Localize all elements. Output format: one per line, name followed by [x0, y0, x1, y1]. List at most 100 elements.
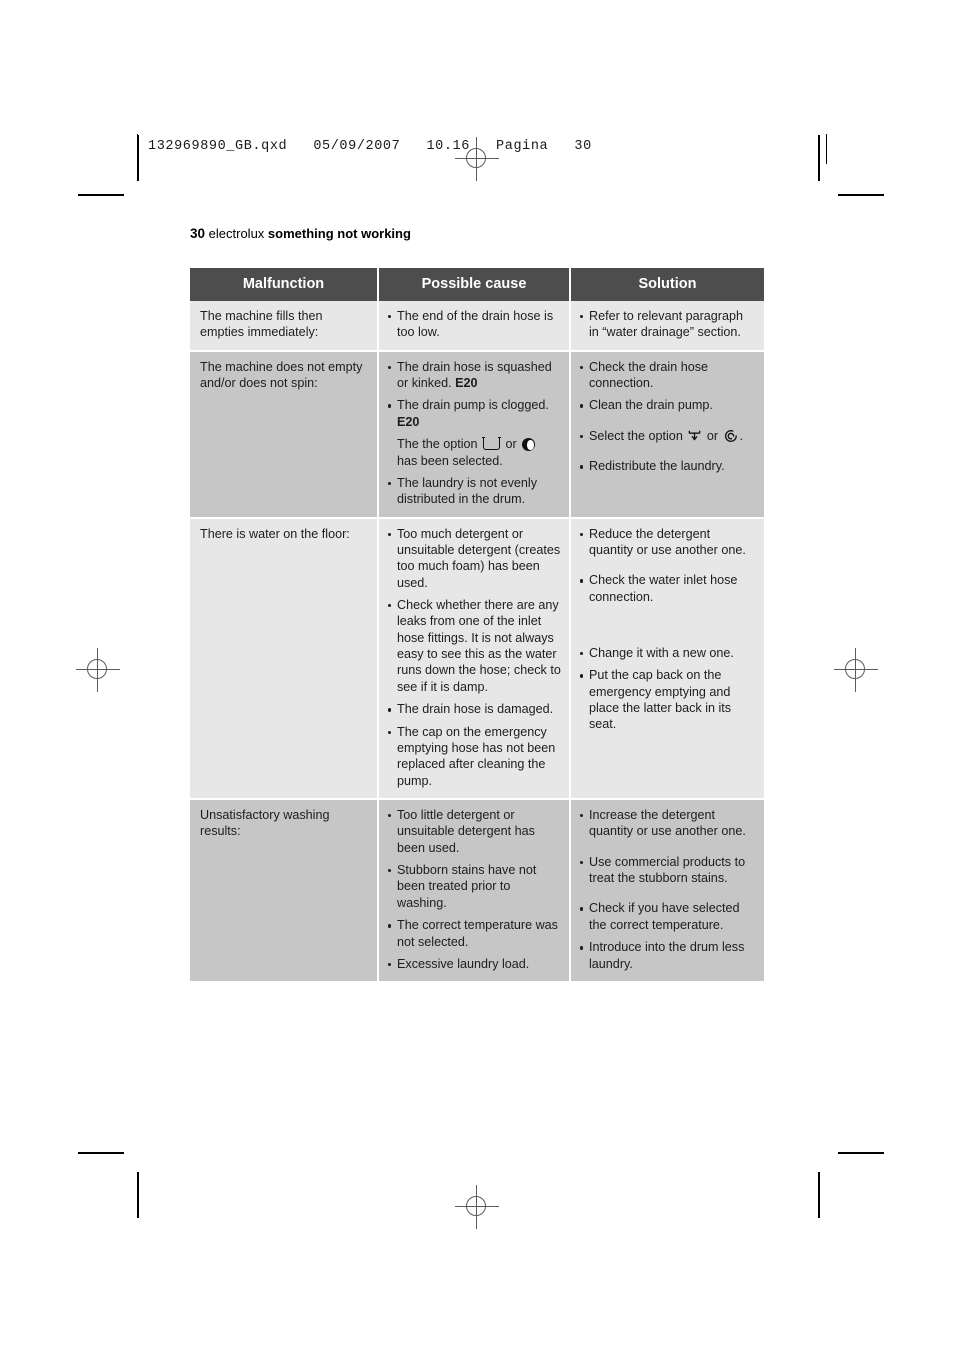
list-item: The correct temperature was not selected… [388, 917, 561, 950]
list-item-text: The end of the drain hose is too low. [397, 309, 554, 340]
list-item-tail: has been selected. [397, 453, 503, 468]
brand-name: electrolux [208, 226, 265, 241]
list-item-text: Change it with a new one. [589, 646, 734, 661]
conjunction-text: or [703, 428, 722, 443]
rinse-hold-icon [482, 436, 501, 451]
list-item-text: Check if you have selected the correct t… [589, 901, 740, 932]
list-item-text: Check whether there are any leaks from o… [397, 598, 561, 694]
list-item: Increase the detergent quantity or use a… [580, 807, 756, 840]
table-row: Unsatisfactory washing results: Too litt… [190, 798, 764, 984]
list-item-text: Put the cap back on the emergency emptyi… [589, 668, 732, 732]
cause-list: Too much detergent or unsuitable deterge… [388, 526, 561, 789]
list-item: The drain hose is squashed or kinked. E2… [388, 359, 561, 392]
cause-list: Too little detergent or unsuitable deter… [388, 807, 561, 972]
list-item-text: The laundry is not evenly distributed in… [397, 475, 538, 507]
list-item: Check whether there are any leaks from o… [388, 597, 561, 695]
cell-malfunction: The machine does not empty and/or does n… [190, 350, 379, 519]
list-item-text: Too little detergent or unsuitable deter… [397, 807, 535, 855]
list-item-text: The cap on the emergency emptying hose h… [397, 724, 556, 788]
solution-list: Check the drain hose connection. Clean t… [580, 359, 756, 475]
night-cycle-icon [522, 438, 536, 452]
registration-mark-left [76, 648, 120, 692]
column-header-solution: Solution [570, 268, 764, 301]
list-item-text: Stubborn stains have not been treated pr… [397, 863, 537, 910]
list-item: The cap on the emergency emptying hose h… [388, 724, 561, 789]
list-item-text: Use commercial products to treat the stu… [589, 854, 746, 886]
list-item: Check if you have selected the correct t… [580, 900, 756, 933]
list-item-option: Select the option or . [580, 428, 756, 444]
spin-icon [724, 429, 738, 443]
cell-solution: Check the drain hose connection. Clean t… [570, 350, 764, 519]
list-item: Check the water inlet hose connection. [580, 572, 756, 605]
list-item: Change it with a new one. [580, 645, 756, 661]
crop-mark-bottom-left-horizontal [78, 1152, 124, 1154]
list-item: Check the drain hose connection. [580, 359, 756, 392]
list-item-text: Check the water inlet hose connection. [589, 573, 738, 604]
list-item-text: Reduce the detergent quantity or use ano… [589, 526, 746, 557]
cell-possible-cause: Too much detergent or unsuitable deterge… [378, 517, 571, 800]
cell-solution: Refer to relevant paragraph in “water dr… [570, 301, 764, 352]
list-item: Excessive laundry load. [388, 956, 561, 972]
list-item-text: Increase the detergent quantity or use a… [589, 807, 746, 839]
cell-solution: Reduce the detergent quantity or use ano… [570, 517, 764, 800]
solution-list: Increase the detergent quantity or use a… [580, 807, 756, 972]
section-title: something not working [267, 226, 411, 241]
list-item: Stubborn stains have not been treated pr… [388, 862, 561, 911]
list-item: Too little detergent or unsuitable deter… [388, 807, 561, 856]
list-item: The laundry is not evenly distributed in… [388, 475, 561, 508]
cell-malfunction: Unsatisfactory washing results: [190, 798, 379, 984]
registration-mark-bottom [455, 1185, 499, 1229]
column-header-malfunction: Malfunction [190, 268, 379, 301]
slug-rule-right [825, 134, 827, 164]
error-code: E20 [455, 376, 478, 391]
column-header-possible-cause: Possible cause [378, 268, 571, 301]
list-item-text: Check the drain hose connection. [589, 359, 709, 391]
file-slug-bar: 132969890_GB.qxd 05/09/2007 10.16 Pagina… [137, 134, 827, 164]
list-item: Introduce into the drum less laundry. [580, 939, 756, 972]
crop-mark-bottom-left-vertical [137, 1172, 139, 1218]
list-item: Redistribute the laundry. [580, 458, 756, 474]
error-code: E20 [397, 414, 420, 429]
registration-mark-right [834, 648, 878, 692]
list-item-tail: . [739, 428, 744, 443]
solution-list: Reduce the detergent quantity or use ano… [580, 526, 756, 733]
list-item-text: Introduce into the drum less laundry. [589, 940, 745, 971]
list-item-text: The the option [397, 437, 482, 452]
cell-possible-cause: Too little detergent or unsuitable deter… [378, 798, 571, 984]
table-header-row: Malfunction Possible cause Solution [190, 268, 764, 301]
list-item: Clean the drain pump. [580, 397, 756, 413]
list-item-option: The the option or has been selected. [388, 436, 561, 469]
crop-mark-bottom-right-vertical [818, 1172, 820, 1218]
cell-solution: Increase the detergent quantity or use a… [570, 798, 764, 984]
page-number: 30 [190, 226, 206, 241]
list-item: Refer to relevant paragraph in “water dr… [580, 308, 756, 341]
list-item: The drain pump is clogged. E20 [388, 397, 561, 430]
crop-mark-top-right-horizontal [838, 194, 884, 196]
list-item: Use commercial products to treat the stu… [580, 854, 756, 887]
table-row: The machine fills then empties immediate… [190, 301, 764, 352]
crop-mark-top-left-horizontal [78, 194, 124, 196]
crop-mark-bottom-right-horizontal [838, 1152, 884, 1154]
drain-icon [688, 430, 701, 442]
list-item-text: Refer to relevant paragraph in “water dr… [589, 309, 744, 340]
cell-possible-cause: The drain hose is squashed or kinked. E2… [378, 350, 571, 519]
list-item: Put the cap back on the emergency emptyi… [580, 667, 756, 732]
list-item-text: Excessive laundry load. [397, 956, 530, 971]
list-item-text: The drain pump is clogged. [397, 398, 549, 413]
list-item-text: The drain hose is damaged. [397, 702, 554, 717]
slug-rule-left [137, 134, 139, 164]
table-row: The machine does not empty and/or does n… [190, 350, 764, 519]
cause-list: The end of the drain hose is too low. [388, 308, 561, 341]
list-item: The drain hose is damaged. [388, 701, 561, 717]
slug-text: 132969890_GB.qxd 05/09/2007 10.16 Pagina… [148, 139, 592, 154]
conjunction-text: or [502, 437, 521, 452]
cell-possible-cause: The end of the drain hose is too low. [378, 301, 571, 352]
cell-malfunction: The machine fills then empties immediate… [190, 301, 379, 352]
solution-list: Refer to relevant paragraph in “water dr… [580, 308, 756, 341]
list-item-text: Redistribute the laundry. [589, 459, 725, 474]
page-running-head: 30 electrolux something not working [190, 226, 411, 241]
list-item: The end of the drain hose is too low. [388, 308, 561, 341]
cause-list: The drain hose is squashed or kinked. E2… [388, 359, 561, 508]
list-item-text: Too much detergent or unsuitable deterge… [397, 526, 561, 590]
list-item-text: Select the option [589, 428, 687, 443]
